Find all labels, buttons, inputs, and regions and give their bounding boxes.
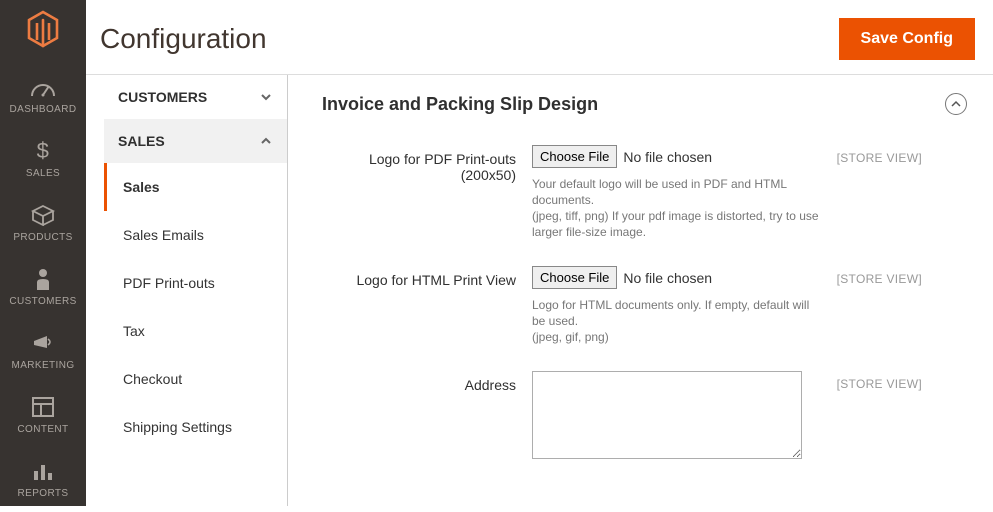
field-hint: (jpeg, gif, png) xyxy=(532,329,822,345)
subnav-sales-emails[interactable]: Sales Emails xyxy=(104,211,287,259)
subnav-checkout[interactable]: Checkout xyxy=(104,355,287,403)
scope-label: [STORE VIEW] xyxy=(822,371,922,391)
field-label: Logo for HTML Print View xyxy=(322,266,532,288)
nav-dashboard[interactable]: DASHBOARD xyxy=(0,64,86,128)
subnav-label: Shipping Settings xyxy=(123,419,232,435)
field-logo-pdf: Logo for PDF Print-outs (200x50) Choose … xyxy=(322,145,967,240)
file-picker-html: Choose File No file chosen xyxy=(532,266,822,289)
magento-logo-icon[interactable] xyxy=(25,10,61,48)
page-title: Configuration xyxy=(100,23,267,55)
subnav-pdf-printouts[interactable]: PDF Print-outs xyxy=(104,259,287,307)
section-title: Invoice and Packing Slip Design xyxy=(322,94,598,115)
subnav-tax[interactable]: Tax xyxy=(104,307,287,355)
subnav-label: Tax xyxy=(123,323,145,339)
file-status: No file chosen xyxy=(623,149,712,165)
subnav-sales[interactable]: Sales xyxy=(104,163,287,211)
page-body: CUSTOMERS SALES Sales Sales Emails PDF P… xyxy=(86,75,993,506)
field-control: Choose File No file chosen Logo for HTML… xyxy=(532,266,822,345)
dollar-icon: $ xyxy=(30,138,56,164)
subnav-label: Checkout xyxy=(123,371,182,387)
nav-customers[interactable]: CUSTOMERS xyxy=(0,256,86,320)
nav-label: DASHBOARD xyxy=(10,104,77,116)
section-header[interactable]: Invoice and Packing Slip Design xyxy=(322,93,967,115)
field-label: Address xyxy=(322,371,532,393)
megaphone-icon xyxy=(30,330,56,356)
page-header: Configuration Save Config xyxy=(86,0,993,75)
collapse-toggle[interactable] xyxy=(945,93,967,115)
save-config-button[interactable]: Save Config xyxy=(839,18,975,60)
scope-label: [STORE VIEW] xyxy=(822,266,922,286)
nav-label: MARKETING xyxy=(11,360,74,372)
field-control: Choose File No file chosen Your default … xyxy=(532,145,822,240)
field-address: Address [STORE VIEW] xyxy=(322,371,967,462)
main-column: Configuration Save Config CUSTOMERS SALE… xyxy=(86,0,993,506)
nav-label: CUSTOMERS xyxy=(9,296,76,308)
nav-label: CONTENT xyxy=(17,424,68,436)
field-control xyxy=(532,371,822,462)
field-hint: (jpeg, tiff, png) If your pdf image is d… xyxy=(532,208,822,240)
choose-file-button[interactable]: Choose File xyxy=(532,266,617,289)
accordion-sales[interactable]: SALES xyxy=(104,119,287,163)
field-hint: Your default logo will be used in PDF an… xyxy=(532,176,822,208)
field-logo-html: Logo for HTML Print View Choose File No … xyxy=(322,266,967,345)
nav-label: SALES xyxy=(26,168,60,180)
nav-products[interactable]: PRODUCTS xyxy=(0,192,86,256)
accordion-label: CUSTOMERS xyxy=(118,89,207,105)
field-label: Logo for PDF Print-outs (200x50) xyxy=(322,145,532,183)
subnav-label: Sales xyxy=(123,179,160,195)
gauge-icon xyxy=(30,74,56,100)
bars-icon xyxy=(30,458,56,484)
subnav-shipping-settings[interactable]: Shipping Settings xyxy=(104,403,287,451)
nav-marketing[interactable]: MARKETING xyxy=(0,320,86,384)
scope-label: [STORE VIEW] xyxy=(822,145,922,165)
address-textarea[interactable] xyxy=(532,371,802,459)
field-hint: Logo for HTML documents only. If empty, … xyxy=(532,297,822,329)
chevron-up-icon xyxy=(259,134,273,148)
nav-label: REPORTS xyxy=(18,488,69,500)
config-side-panel: CUSTOMERS SALES Sales Sales Emails PDF P… xyxy=(104,75,288,506)
admin-vertical-nav: DASHBOARD $ SALES PRODUCTS CUSTOMERS MAR… xyxy=(0,0,86,506)
subnav-label: PDF Print-outs xyxy=(123,275,215,291)
svg-text:$: $ xyxy=(37,139,50,163)
file-status: No file chosen xyxy=(623,270,712,286)
subnav-label: Sales Emails xyxy=(123,227,204,243)
nav-label: PRODUCTS xyxy=(13,232,72,244)
nav-reports[interactable]: REPORTS xyxy=(0,448,86,512)
choose-file-button[interactable]: Choose File xyxy=(532,145,617,168)
nav-sales[interactable]: $ SALES xyxy=(0,128,86,192)
person-icon xyxy=(30,266,56,292)
nav-content[interactable]: CONTENT xyxy=(0,384,86,448)
file-picker-pdf: Choose File No file chosen xyxy=(532,145,822,168)
config-content: Invoice and Packing Slip Design Logo for… xyxy=(288,75,993,506)
chevron-up-icon xyxy=(950,98,962,110)
chevron-down-icon xyxy=(259,90,273,104)
accordion-customers[interactable]: CUSTOMERS xyxy=(104,75,287,119)
layout-icon xyxy=(30,394,56,420)
box-icon xyxy=(30,202,56,228)
accordion-label: SALES xyxy=(118,133,165,149)
